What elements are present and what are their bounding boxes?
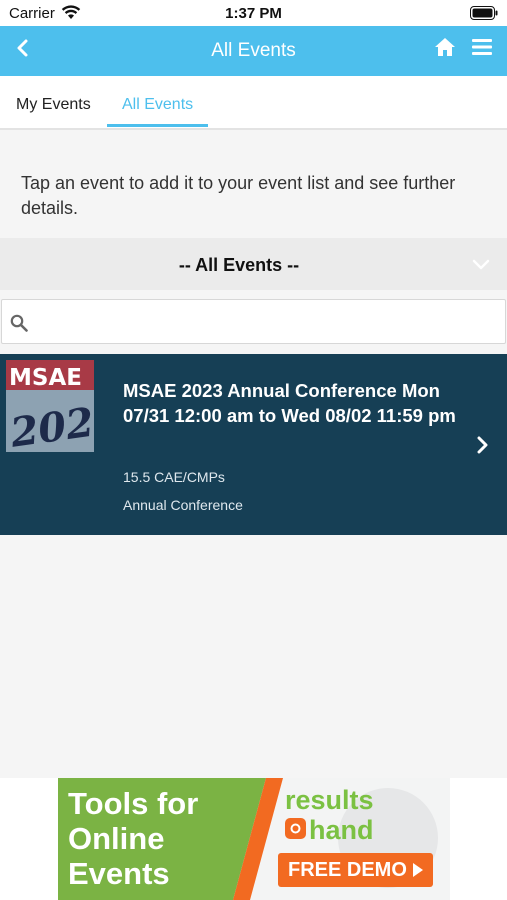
filter-selected-value: -- All Events -- (178, 255, 300, 275)
event-list-item[interactable]: MSAE 2023 MSAE 2023 Annual Conference Mo… (0, 354, 507, 535)
home-icon[interactable] (434, 37, 456, 57)
at-sign-icon (285, 818, 306, 839)
event-filter-dropdown[interactable]: -- All Events -- (0, 238, 507, 290)
ad-headline: Tools for Online Events (68, 786, 199, 891)
clock: 1:37 PM (225, 5, 282, 22)
hamburger-menu-icon[interactable] (472, 38, 492, 56)
navigation-bar: All Events (0, 26, 507, 76)
segment-tabs: My Events All Events (0, 76, 507, 130)
ad-area: Tools for Online Events results hand FRE… (0, 778, 507, 900)
search-input[interactable] (36, 300, 496, 343)
search-box (1, 299, 506, 344)
event-title: MSAE 2023 Annual Conference Mon 07/31 12… (123, 380, 456, 426)
chevron-down-icon (472, 259, 490, 270)
status-bar: Carrier 1:37 PM (0, 0, 507, 26)
search-icon (10, 314, 28, 332)
instructions-text: Tap an event to add it to your event lis… (21, 173, 456, 218)
event-credits: 15.5 CAE/CMPs (123, 469, 225, 485)
ad-banner[interactable]: Tools for Online Events results hand FRE… (58, 778, 450, 900)
tab-my-events[interactable]: My Events (16, 96, 91, 114)
free-demo-label: FREE DEMO (288, 859, 407, 881)
active-tab-indicator (107, 124, 208, 127)
page-title: All Events (211, 40, 296, 61)
event-logo: MSAE 2023 (6, 360, 94, 452)
chevron-right-icon (477, 436, 488, 454)
play-arrow-icon (413, 863, 423, 877)
free-demo-button[interactable]: FREE DEMO (278, 853, 433, 887)
tab-all-events[interactable]: All Events (122, 96, 193, 114)
event-type: Annual Conference (123, 497, 243, 513)
svg-text:MSAE: MSAE (9, 365, 82, 391)
ad-brand-bottom: hand (309, 815, 374, 845)
ad-brand-top: results (285, 785, 374, 815)
battery-icon (470, 6, 498, 20)
